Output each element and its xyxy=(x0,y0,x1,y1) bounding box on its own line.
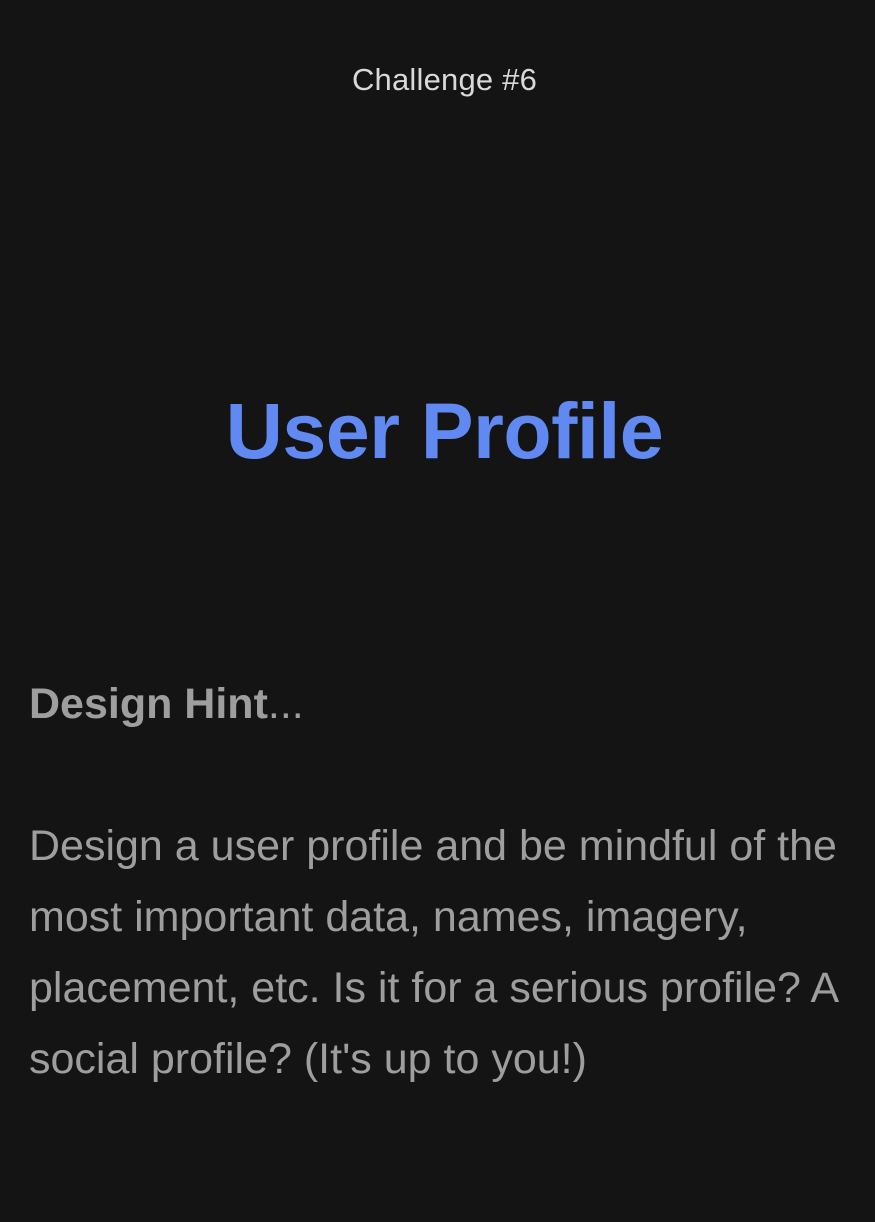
design-hint-heading-bold: Design Hint xyxy=(29,680,268,728)
design-hint-heading-ellipsis: ... xyxy=(267,680,304,728)
design-hint-heading: Design Hint... xyxy=(29,680,304,729)
design-hint-body: Design a user profile and be mindful of … xyxy=(29,822,837,1083)
page-title: User Profile xyxy=(225,386,664,475)
challenge-label: Challenge #6 xyxy=(351,62,538,97)
